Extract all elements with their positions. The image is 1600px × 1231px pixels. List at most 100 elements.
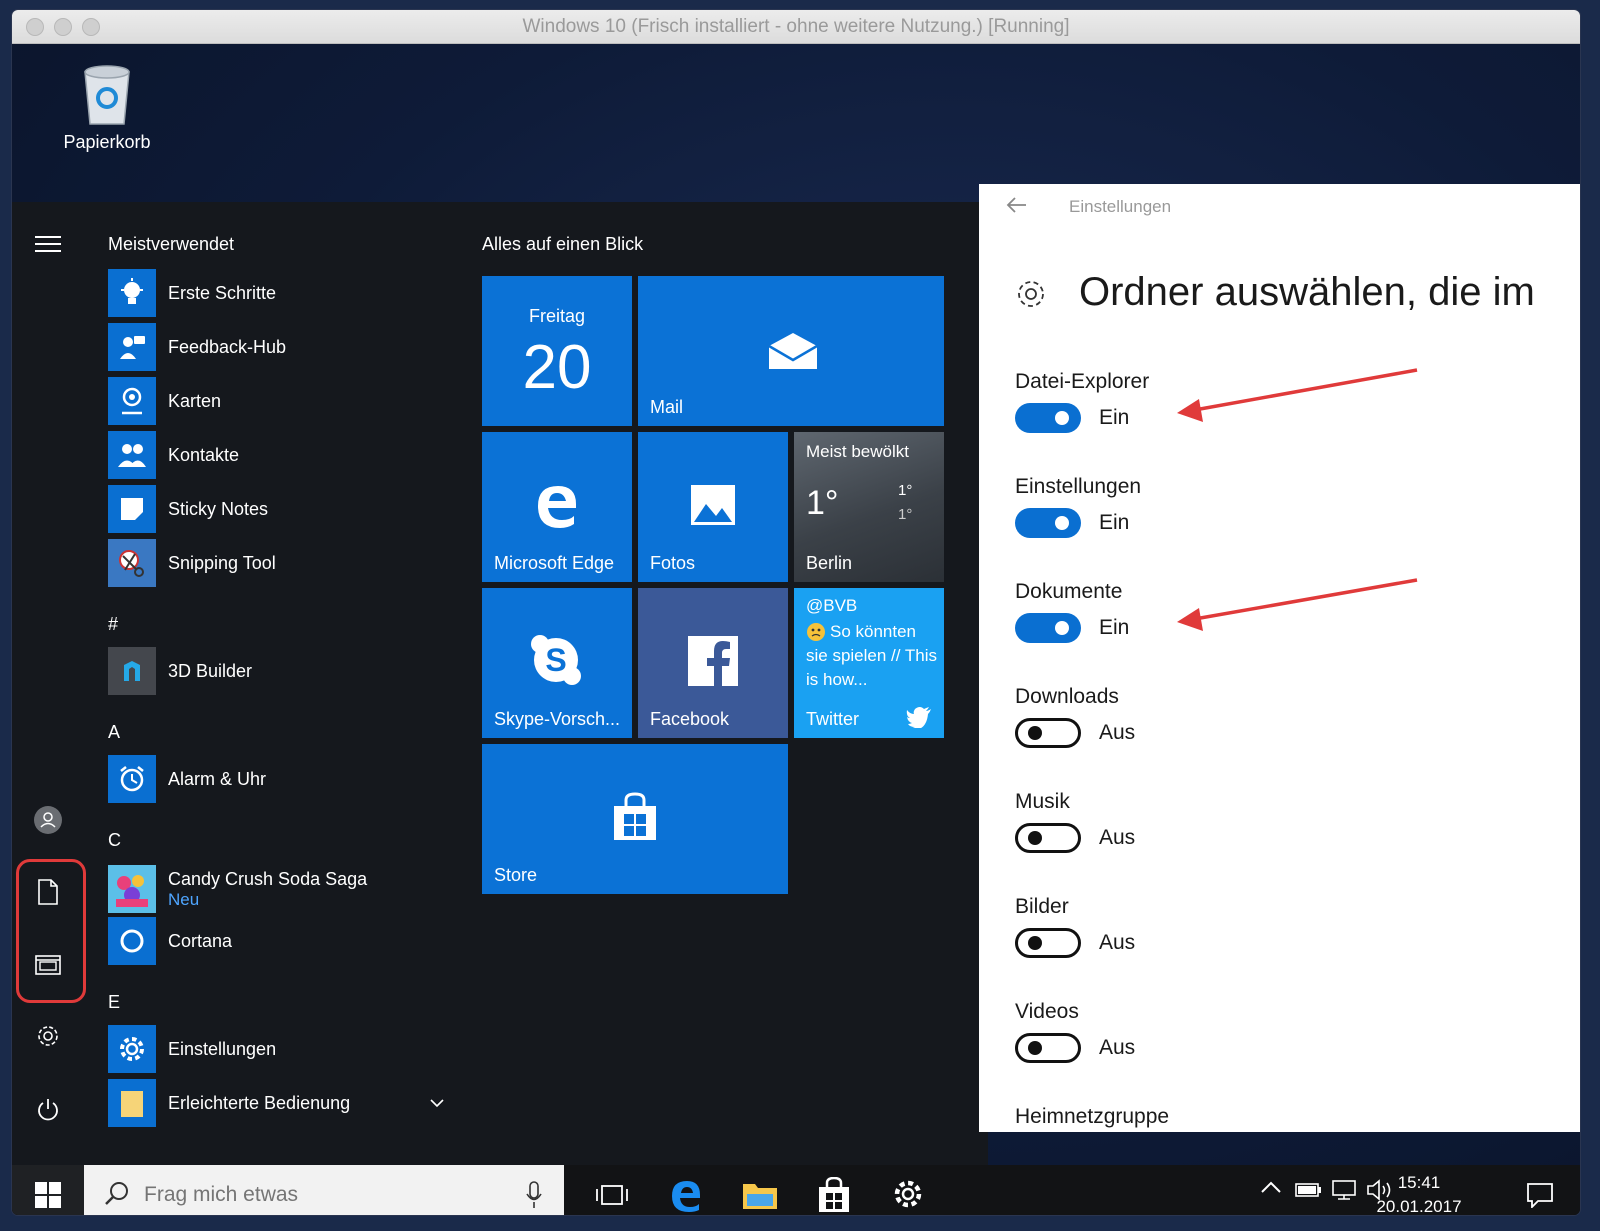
tile-mail[interactable]: Mail bbox=[638, 276, 944, 426]
label-heimnetzgruppe: Heimnetzgruppe bbox=[1015, 1105, 1170, 1128]
settings-button[interactable] bbox=[26, 1014, 70, 1058]
app-erste-schritte[interactable]: Erste Schritte bbox=[108, 268, 458, 318]
taskbar-store-button[interactable] bbox=[806, 1171, 862, 1215]
tile-calendar[interactable]: Freitag 20 bbox=[482, 276, 632, 426]
tile-weather[interactable]: Meist bewölkt 1° 1° 1° Berlin bbox=[794, 432, 944, 582]
chevron-down-icon[interactable] bbox=[430, 1098, 444, 1108]
map-pin-icon bbox=[108, 377, 156, 425]
edge-icon bbox=[672, 1181, 700, 1212]
recycle-bin[interactable]: Papierkorb bbox=[52, 62, 162, 153]
tile-store[interactable]: Store bbox=[482, 744, 788, 894]
app-kontakte[interactable]: Kontakte bbox=[108, 430, 458, 480]
search-input[interactable] bbox=[144, 1177, 504, 1213]
letter-header-a[interactable]: A bbox=[108, 722, 120, 743]
label-dokumente: Dokumente bbox=[1015, 580, 1123, 603]
toggle-state: Ein bbox=[1099, 616, 1130, 639]
app-feedback-hub[interactable]: Feedback-Hub bbox=[108, 322, 458, 372]
taskbar-edge-button[interactable] bbox=[658, 1171, 714, 1215]
tile-twitter[interactable]: @BVB So könnten sie spielen // This is h… bbox=[794, 588, 944, 738]
toggle-bilder[interactable] bbox=[1015, 928, 1081, 958]
start-button[interactable] bbox=[12, 1165, 84, 1215]
app-label: Snipping Tool bbox=[168, 552, 276, 573]
taskbar-settings-button[interactable] bbox=[880, 1171, 936, 1215]
app-karten[interactable]: Karten bbox=[108, 376, 458, 426]
toggle-state: Aus bbox=[1099, 826, 1136, 849]
tile-skype[interactable]: S Skype-Vorsch... bbox=[482, 588, 632, 738]
back-button[interactable] bbox=[1005, 194, 1027, 220]
clock[interactable]: 15:41 20.01.2017 bbox=[1374, 1171, 1464, 1215]
tile-label: Skype-Vorsch... bbox=[494, 709, 621, 729]
feedback-icon bbox=[108, 323, 156, 371]
tile-facebook[interactable]: Facebook bbox=[638, 588, 788, 738]
file-explorer-button[interactable] bbox=[26, 942, 70, 986]
desktop: Papierkorb Meistverwendet Erste Schritte… bbox=[12, 44, 1580, 1215]
start-rail bbox=[12, 202, 86, 1165]
weather-city: Berlin bbox=[806, 553, 853, 573]
back-arrow-icon bbox=[1006, 197, 1026, 213]
toggle-state: Aus bbox=[1099, 721, 1136, 744]
search-icon bbox=[105, 1182, 128, 1205]
letter-header-hash[interactable]: # bbox=[108, 614, 118, 635]
app-erleichterte-bedienung[interactable]: Erleichterte Bedienung bbox=[108, 1078, 458, 1128]
clock-time: 15:41 bbox=[1397, 1173, 1441, 1192]
label-einstellungen: Einstellungen bbox=[1015, 475, 1142, 498]
documents-button[interactable] bbox=[26, 870, 70, 914]
skype-icon: S bbox=[531, 635, 581, 685]
battery-icon bbox=[1295, 1183, 1321, 1197]
tile-label: Mail bbox=[650, 397, 684, 417]
app-sticky-notes[interactable]: Sticky Notes bbox=[108, 484, 458, 534]
calendar-day: Freitag bbox=[528, 306, 586, 326]
user-avatar-icon bbox=[34, 806, 62, 834]
action-center-button[interactable] bbox=[1512, 1171, 1568, 1215]
app-candy-crush[interactable]: Candy Crush Soda Saga Neu bbox=[108, 862, 458, 916]
app-label: Erleichterte Bedienung bbox=[168, 1092, 351, 1113]
toggle-state: Aus bbox=[1099, 931, 1136, 954]
annotation-arrow-datei-explorer bbox=[1177, 368, 1418, 422]
app-3d-builder[interactable]: 3D Builder bbox=[108, 646, 458, 696]
battery-tray-button[interactable] bbox=[1294, 1179, 1324, 1204]
app-label: Cortana bbox=[168, 930, 233, 951]
app-label: Candy Crush Soda Saga bbox=[168, 868, 368, 889]
user-account-button[interactable] bbox=[26, 798, 70, 842]
settings-header: Einstellungen bbox=[979, 184, 1580, 230]
gear-icon bbox=[38, 1026, 58, 1046]
toggle-dokumente[interactable] bbox=[1015, 613, 1081, 643]
letter-header-c[interactable]: C bbox=[108, 830, 121, 851]
annotation-arrow-dokumente bbox=[1177, 578, 1418, 631]
chevron-up-icon bbox=[1261, 1181, 1281, 1193]
label-datei-explorer: Datei-Explorer bbox=[1015, 370, 1150, 393]
task-view-icon bbox=[596, 1185, 628, 1205]
letter-header-e[interactable]: E bbox=[108, 992, 120, 1013]
taskbar: 15:41 20.01.2017 bbox=[12, 1165, 1580, 1215]
candy-crush-icon bbox=[108, 865, 156, 913]
hamburger-menu-button[interactable] bbox=[26, 222, 70, 266]
tile-label: Facebook bbox=[650, 709, 730, 729]
twitter-bird-icon bbox=[906, 707, 931, 728]
toggle-einstellungen[interactable] bbox=[1015, 508, 1081, 538]
toggle-downloads[interactable] bbox=[1015, 718, 1081, 748]
app-cortana[interactable]: Cortana bbox=[108, 916, 458, 966]
app-snipping-tool[interactable]: Snipping Tool bbox=[108, 538, 458, 588]
sticky-note-icon bbox=[108, 485, 156, 533]
app-einstellungen[interactable]: Einstellungen bbox=[108, 1024, 458, 1074]
microphone-icon[interactable] bbox=[526, 1181, 542, 1209]
tile-label: Twitter bbox=[806, 709, 860, 729]
show-hidden-icons-button[interactable] bbox=[1260, 1179, 1282, 1200]
toggle-videos[interactable] bbox=[1015, 1033, 1081, 1063]
tile-edge[interactable]: Microsoft Edge bbox=[482, 432, 632, 582]
facebook-icon bbox=[688, 636, 738, 686]
power-button[interactable] bbox=[26, 1088, 70, 1132]
search-box[interactable] bbox=[84, 1165, 564, 1215]
vm-titlebar[interactable]: Windows 10 (Frisch installiert - ohne we… bbox=[12, 10, 1580, 44]
settings-window: Einstellungen Ordner auswählen, die im D… bbox=[979, 184, 1580, 1132]
store-icon bbox=[614, 792, 656, 840]
app-list: Meistverwendet Erste Schritte Feedback-H… bbox=[108, 202, 468, 1165]
tile-photos[interactable]: Fotos bbox=[638, 432, 788, 582]
toggle-datei-explorer[interactable] bbox=[1015, 403, 1081, 433]
taskbar-file-explorer-button[interactable] bbox=[732, 1171, 788, 1215]
app-alarm-uhr[interactable]: Alarm & Uhr bbox=[108, 754, 458, 804]
network-tray-button[interactable] bbox=[1330, 1179, 1358, 1206]
toggle-musik[interactable] bbox=[1015, 823, 1081, 853]
task-view-button[interactable] bbox=[584, 1171, 640, 1215]
toggle-state: Ein bbox=[1099, 406, 1130, 429]
